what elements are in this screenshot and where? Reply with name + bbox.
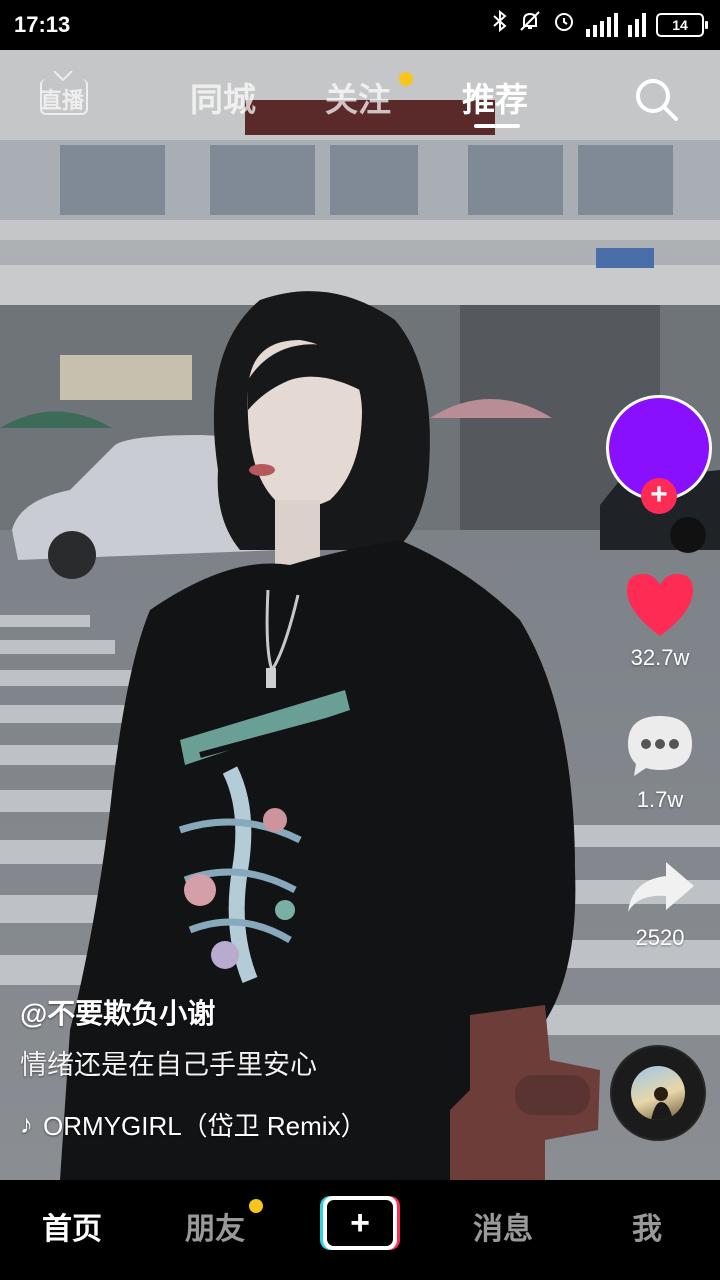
share-button[interactable]: 2520	[605, 858, 715, 951]
comment-button[interactable]: 1.7w	[605, 712, 715, 813]
video-description: 情绪还是在自己手里安心	[20, 1050, 317, 1080]
antenna-icon	[53, 71, 73, 81]
battery-level: 14	[656, 13, 704, 37]
live-button[interactable]: 直播	[38, 69, 88, 117]
top-tab-bar: 直播 同城 关注 推荐	[0, 55, 720, 135]
creator-avatar-area: +	[606, 395, 712, 514]
status-time: 17:13	[14, 12, 71, 37]
active-tab-indicator	[474, 124, 520, 128]
share-icon	[628, 862, 694, 912]
nav-friends[interactable]: 朋友	[185, 1204, 245, 1248]
following-notification-dot	[399, 72, 413, 86]
status-icons: 14	[492, 9, 708, 42]
signal-icon-2	[628, 13, 646, 37]
share-count: 2520	[635, 925, 685, 950]
nav-messages[interactable]: 消息	[473, 1204, 533, 1248]
follow-button[interactable]: +	[641, 478, 677, 514]
alarm-icon	[552, 9, 576, 42]
tab-following[interactable]: 关注	[325, 73, 391, 121]
music-disc[interactable]	[610, 1045, 706, 1141]
author-name[interactable]: @不要欺负小谢	[20, 992, 215, 1032]
friends-notification-dot	[249, 1199, 263, 1213]
comment-count: 1.7w	[636, 787, 684, 812]
music-title: ORMYGIRL（岱卫 Remix）	[43, 1111, 367, 1141]
nav-home[interactable]: 首页	[42, 1204, 102, 1248]
bottom-nav: 首页 朋友 + 消息 我	[0, 1180, 720, 1280]
search-button[interactable]	[632, 75, 680, 123]
tab-recommended[interactable]: 推荐	[462, 73, 528, 121]
signal-icon	[586, 13, 618, 37]
bluetooth-icon	[492, 9, 508, 42]
tab-nearby[interactable]: 同城	[190, 73, 256, 121]
heart-icon	[627, 574, 693, 636]
battery-icon: 14	[656, 13, 708, 37]
music-note-icon: ♪	[20, 1109, 33, 1139]
create-button[interactable]: +	[320, 1196, 400, 1250]
status-bar: 17:13 14	[0, 0, 720, 50]
like-count: 32.7w	[630, 645, 690, 670]
like-button[interactable]: 32.7w	[605, 570, 715, 671]
music-info[interactable]: ♪ ORMYGIRL（岱卫 Remix）	[20, 1106, 367, 1143]
comment-icon	[628, 716, 692, 776]
live-label: 直播	[40, 88, 85, 113]
music-cover-image	[631, 1066, 685, 1120]
nav-me[interactable]: 我	[632, 1204, 662, 1248]
mute-bell-icon	[518, 9, 542, 42]
plus-icon: +	[327, 1200, 393, 1246]
search-icon	[636, 79, 678, 121]
